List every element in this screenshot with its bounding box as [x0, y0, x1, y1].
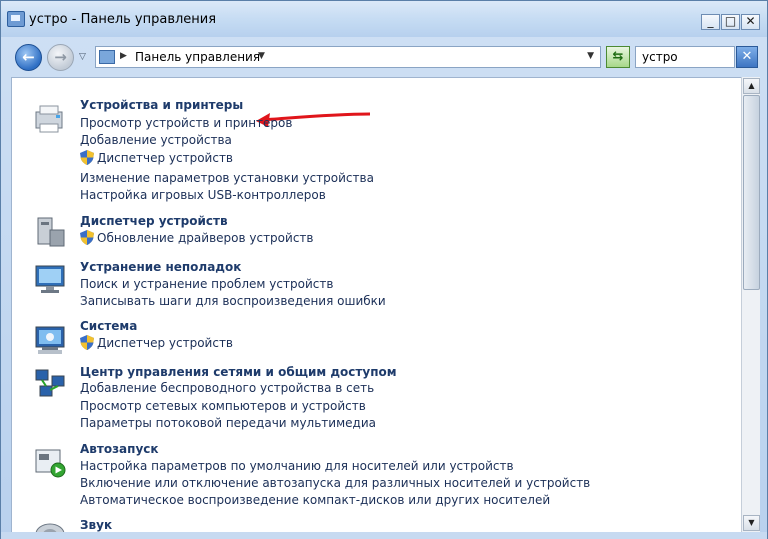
breadcrumb-chevron-icon[interactable]: ▼ — [258, 51, 265, 61]
group-title-network-center[interactable]: Центр управления сетями и общим доступом — [80, 365, 397, 379]
refresh-icon: ⇆ — [612, 49, 624, 64]
scroll-down-button[interactable]: ▼ — [743, 515, 760, 531]
window-bottom-border — [1, 532, 767, 539]
task-autoplay-defaults[interactable]: Настройка параметров по умолчанию для но… — [80, 459, 514, 473]
group-title-devices-printers[interactable]: Устройства и принтеры — [80, 98, 243, 112]
breadcrumb-separator-icon[interactable]: ▶ — [120, 51, 127, 61]
scroll-thumb[interactable] — [743, 95, 760, 290]
uac-shield-icon — [80, 150, 94, 165]
group-title-system[interactable]: Система — [80, 319, 137, 333]
network-center-icon — [32, 368, 70, 402]
clear-search-button[interactable]: ✕ — [736, 46, 758, 68]
control-panel-icon — [7, 11, 25, 27]
group-title-sound[interactable]: Звук — [80, 518, 112, 532]
search-input[interactable]: устро — [635, 46, 735, 68]
address-bar: ← → ▽ ▶ Панель управления ▼ ▼ ⇆ устро ✕ — [1, 37, 767, 77]
uac-shield-icon — [80, 335, 94, 350]
task-device-manager[interactable]: Диспетчер устройств — [80, 150, 233, 165]
task-label: Обновление драйверов устройств — [97, 231, 314, 245]
task-label: Диспетчер устройств — [97, 151, 234, 165]
device-manager-icon — [32, 216, 70, 250]
system-icon — [32, 323, 70, 357]
printer-device-icon — [32, 102, 70, 136]
control-panel-window: устро - Панель управления _ □ ✕ ← → ▽ ▶ … — [0, 0, 768, 539]
window-title: устро - Панель управления — [29, 12, 217, 27]
task-change-device-installation[interactable]: Изменение параметров установки устройств… — [80, 171, 374, 185]
back-button[interactable]: ← — [15, 44, 42, 71]
group-title-device-manager[interactable]: Диспетчер устройств — [80, 214, 228, 228]
task-setup-usb-game-controllers[interactable]: Настройка игровых USB-контроллеров — [80, 188, 326, 202]
task-device-manager-system[interactable]: Диспетчер устройств — [80, 335, 233, 350]
group-title-troubleshooting[interactable]: Устранение неполадок — [80, 260, 241, 274]
breadcrumb-control-panel[interactable]: Панель управления — [135, 50, 260, 64]
scroll-up-button[interactable]: ▲ — [743, 78, 760, 94]
maximize-button[interactable]: □ — [721, 14, 740, 30]
address-dropdown-icon[interactable]: ▼ — [587, 51, 594, 61]
recent-pages-dropdown-icon[interactable]: ▽ — [79, 52, 86, 62]
title-bar[interactable]: устро - Панель управления _ □ ✕ — [1, 1, 767, 37]
task-find-fix-device-problems[interactable]: Поиск и устранение проблем устройств — [80, 277, 333, 291]
uac-shield-icon — [80, 230, 94, 245]
task-add-wireless-device[interactable]: Добавление беспроводного устройства в се… — [80, 381, 374, 395]
refresh-button[interactable]: ⇆ — [606, 46, 630, 68]
task-update-drivers[interactable]: Обновление драйверов устройств — [80, 230, 313, 245]
task-record-steps[interactable]: Записывать шаги для воспроизведения ошиб… — [80, 294, 386, 308]
task-autoplay-cds[interactable]: Автоматическое воспроизведение компакт-д… — [80, 493, 550, 507]
arrow-right-icon: → — [54, 48, 67, 66]
forward-button[interactable]: → — [47, 44, 74, 71]
results-pane: Устройства и принтеры Просмотр устройств… — [11, 77, 743, 533]
task-label: Диспетчер устройств — [97, 336, 234, 350]
address-field[interactable]: ▶ Панель управления ▼ ▼ — [95, 46, 601, 68]
task-add-device[interactable]: Добавление устройства — [80, 133, 232, 147]
close-button[interactable]: ✕ — [741, 14, 760, 30]
task-toggle-autoplay[interactable]: Включение или отключение автозапуска для… — [80, 476, 590, 490]
autoplay-icon — [32, 446, 70, 480]
task-view-devices-printers[interactable]: Просмотр устройств и принтеров — [80, 116, 292, 130]
task-media-streaming-options[interactable]: Параметры потоковой передачи мультимедиа — [80, 416, 376, 430]
arrow-left-icon: ← — [22, 48, 35, 66]
group-title-autoplay[interactable]: Автозапуск — [80, 442, 159, 456]
vertical-scrollbar[interactable]: ▲ ▼ — [741, 77, 760, 532]
control-panel-folder-icon — [99, 50, 115, 64]
troubleshooting-icon — [32, 262, 70, 296]
minimize-button[interactable]: _ — [701, 14, 720, 30]
task-view-network-computers[interactable]: Просмотр сетевых компьютеров и устройств — [80, 399, 366, 413]
close-icon: ✕ — [741, 49, 753, 64]
